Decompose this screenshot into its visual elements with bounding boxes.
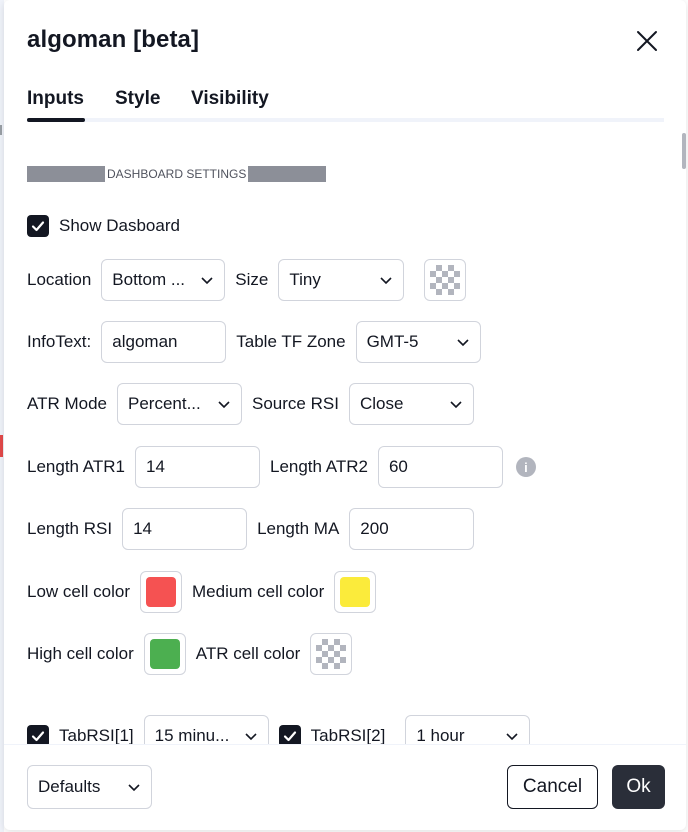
show-dashboard-checkbox[interactable] <box>27 215 49 237</box>
scrollbar-thumb[interactable] <box>682 133 686 169</box>
atr-mode-label: ATR Mode <box>27 394 107 413</box>
high-color-swatch <box>149 639 180 669</box>
chevron-down-icon <box>380 277 392 285</box>
tabrsi-2-label: TabRSI[2] <box>310 726 386 744</box>
transparent-swatch <box>316 639 347 669</box>
table-tf-zone-value: GMT-5 <box>366 332 419 351</box>
table-tf-zone-label: Table TF Zone <box>236 332 346 351</box>
show-dashboard-row: Show Dasboard <box>27 204 180 248</box>
tab-visibility[interactable]: Visibility <box>191 88 269 110</box>
length-ma-label: Length MA <box>257 519 340 538</box>
length-rsi-input[interactable]: 14 <box>122 508 248 550</box>
atr-cell-color-picker[interactable] <box>310 633 353 675</box>
high-cell-color-label: High cell color <box>27 644 134 663</box>
inputs-panel: DASHBOARD SETTINGS Show Dasboard Locatio… <box>4 124 686 744</box>
close-icon[interactable] <box>632 26 662 56</box>
medium-cell-color-picker[interactable] <box>334 571 377 613</box>
chevron-down-icon <box>128 784 140 792</box>
length-atr1-label: Length ATR1 <box>27 457 125 476</box>
dialog-footer: Defaults Cancel Ok <box>4 744 686 830</box>
atr-mode-select[interactable]: Percent... <box>117 383 242 425</box>
ok-button[interactable]: Ok <box>612 765 665 809</box>
atr-mode-value: Percent... <box>128 394 201 413</box>
section-header: DASHBOARD SETTINGS <box>27 166 327 182</box>
length-atr-row: Length ATR1 14 Length ATR2 60 i <box>27 445 536 489</box>
low-color-swatch <box>146 577 176 607</box>
high-cell-color-picker[interactable] <box>143 633 186 675</box>
atr-cell-color-label: ATR cell color <box>195 644 301 663</box>
location-size-row: Location Bottom ... Size Tiny <box>27 258 467 302</box>
cancel-button[interactable]: Cancel <box>507 765 598 809</box>
check-icon <box>31 221 45 232</box>
source-rsi-select[interactable]: Close <box>348 383 474 425</box>
section-divider-left <box>27 166 105 182</box>
chevron-down-icon <box>450 401 462 409</box>
source-rsi-label: Source RSI <box>252 394 339 413</box>
show-dashboard-label: Show Dasboard <box>59 216 180 235</box>
low-cell-color-picker[interactable] <box>140 571 182 613</box>
chevron-down-icon <box>506 733 518 741</box>
size-value: Tiny <box>289 270 321 289</box>
indicator-settings-dialog: algoman [beta] Inputs Style Visibility D… <box>4 0 686 830</box>
size-select[interactable]: Tiny <box>278 259 405 301</box>
background-price-marker <box>0 435 3 457</box>
chevron-down-icon <box>201 277 213 285</box>
tab-style[interactable]: Style <box>115 88 160 110</box>
low-cell-color-label: Low cell color <box>27 582 130 601</box>
dialog-title: algoman [beta] <box>27 26 200 53</box>
medium-color-swatch <box>340 577 371 607</box>
tabrsi-2-select[interactable]: 1 hour <box>405 715 531 744</box>
tabrsi-row: TabRSI[1] 15 minu... TabRSI[2] 1 hour <box>27 714 531 744</box>
tab-bar: Inputs Style Visibility <box>27 86 667 122</box>
length-ma-input[interactable]: 200 <box>349 508 475 550</box>
active-tab-indicator <box>27 118 85 122</box>
high-atr-color-row: High cell color ATR cell color <box>27 632 353 676</box>
defaults-label: Defaults <box>38 777 101 796</box>
length-atr2-label: Length ATR2 <box>269 457 368 476</box>
source-rsi-value: Close <box>359 394 404 413</box>
close-button[interactable] <box>632 26 662 56</box>
tabrsi-1-value: 15 minu... <box>154 726 230 744</box>
section-title: DASHBOARD SETTINGS <box>107 167 247 181</box>
info-icon[interactable]: i <box>515 457 536 477</box>
location-label: Location <box>27 270 92 289</box>
length-atr2-input[interactable]: 60 <box>377 446 503 488</box>
infotext-input[interactable]: algoman <box>101 321 227 363</box>
transparent-swatch <box>430 265 461 295</box>
check-icon <box>283 731 296 742</box>
tabrsi-1-label: TabRSI[1] <box>59 726 134 744</box>
tab-bar-divider <box>27 118 664 122</box>
section-divider-right <box>248 166 327 182</box>
size-label: Size <box>235 270 269 289</box>
infotext-zone-row: InfoText: algoman Table TF Zone GMT-5 <box>27 320 481 364</box>
location-select[interactable]: Bottom ... <box>101 259 226 301</box>
infotext-label: InfoText: <box>27 332 92 351</box>
defaults-dropdown[interactable]: Defaults <box>27 765 152 809</box>
tabrsi-2-checkbox[interactable] <box>278 725 301 744</box>
check-icon <box>31 731 45 742</box>
length-rsi-label: Length RSI <box>27 519 113 538</box>
table-tf-zone-select[interactable]: GMT-5 <box>355 321 481 363</box>
tabrsi-2-value: 1 hour <box>416 726 465 744</box>
length-rsi-ma-row: Length RSI 14 Length MA 200 <box>27 507 475 551</box>
chevron-down-icon <box>218 401 230 409</box>
tab-inputs[interactable]: Inputs <box>27 88 84 110</box>
tabrsi-1-select[interactable]: 15 minu... <box>143 715 269 744</box>
chevron-down-icon <box>245 733 257 741</box>
location-value: Bottom ... <box>112 270 186 289</box>
tabrsi-1-checkbox[interactable] <box>27 725 49 744</box>
low-medium-color-row: Low cell color Medium cell color <box>27 570 377 614</box>
length-atr1-input[interactable]: 14 <box>134 446 260 488</box>
background-tick <box>0 125 2 135</box>
medium-cell-color-label: Medium cell color <box>192 582 325 601</box>
chevron-down-icon <box>456 339 469 347</box>
atr-source-row: ATR Mode Percent... Source RSI Close <box>27 382 474 426</box>
dashboard-color-picker[interactable] <box>424 259 467 301</box>
